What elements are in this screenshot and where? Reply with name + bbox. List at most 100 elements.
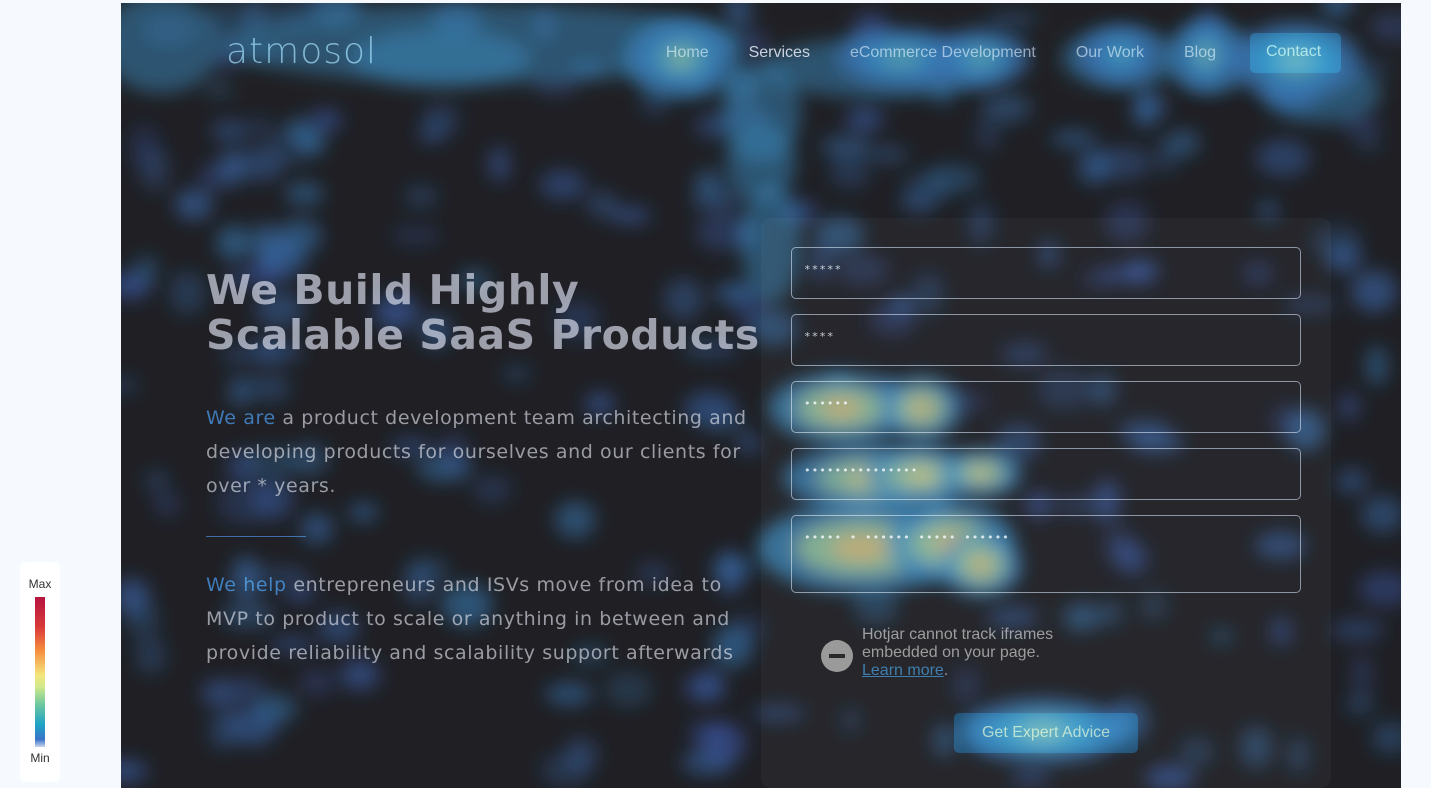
heat-blob: [231, 556, 262, 599]
heat-blob: [741, 183, 801, 303]
heat-blob: [729, 613, 765, 642]
heat-blob: [890, 294, 914, 315]
heat-blob: [704, 338, 739, 360]
heat-blob: [1285, 408, 1326, 451]
heat-blob: [251, 222, 275, 256]
heat-blob: [1286, 736, 1310, 774]
heat-blob: [155, 493, 180, 516]
heatmap-background-scatter: [121, 3, 1401, 788]
heat-blob: [458, 269, 491, 291]
heat-blob: [1036, 368, 1091, 410]
heat-blob: [952, 665, 981, 706]
hotspot-nav-our-work: [1110, 46, 1132, 64]
heat-blob: [1023, 491, 1054, 518]
heat-blob: [1256, 139, 1310, 177]
heat-blob: [1368, 11, 1401, 43]
heat-blob: [750, 705, 806, 722]
hotspot-field-4: [969, 466, 993, 480]
heat-blob: [1105, 528, 1134, 566]
heat-blob: [133, 254, 159, 286]
heat-blob: [1243, 262, 1273, 285]
heat-blob: [687, 722, 732, 741]
heat-blob: [1050, 130, 1097, 147]
heat-blob: [1038, 239, 1060, 270]
heat-blob: [698, 667, 723, 698]
heat-blob: [121, 3, 221, 93]
heat-blob: [1139, 590, 1168, 621]
heat-blob: [986, 605, 1038, 629]
heat-blob: [555, 299, 600, 341]
hotspot-nav-contact: [1278, 50, 1314, 72]
heat-blob: [391, 225, 441, 246]
heat-blob: [256, 341, 278, 359]
heat-blob: [135, 636, 167, 675]
heat-blob: [390, 437, 433, 457]
hotspot-nav-ecommerce: [883, 49, 919, 67]
heat-blob: [1088, 374, 1117, 406]
hotspot-nav-home: [667, 48, 695, 68]
heat-blob: [1154, 136, 1178, 175]
heat-blob: [1351, 654, 1372, 694]
heat-blob: [318, 611, 359, 645]
heat-blob: [258, 566, 310, 584]
heat-blob: [348, 502, 379, 522]
heat-blob: [586, 190, 619, 218]
heat-blob: [441, 583, 493, 627]
heat-blob: [702, 414, 747, 433]
heat-blob: [1361, 495, 1401, 533]
heat-blob: [980, 92, 1032, 123]
heat-blob: [246, 372, 291, 403]
heat-blob: [1093, 480, 1121, 524]
heat-blob: [221, 600, 275, 629]
heat-blob: [502, 365, 531, 382]
heat-blob: [1057, 497, 1098, 514]
heat-blob: [422, 102, 460, 138]
heat-blob: [340, 659, 380, 690]
heat-blob: [694, 169, 723, 198]
hotspot-field-3: [820, 398, 862, 418]
heat-blob: [283, 584, 317, 602]
heat-blob: [205, 80, 232, 98]
heat-blob: [605, 671, 652, 708]
legend-max-label: Max: [28, 577, 52, 591]
hotspot-nav-ecommerce: [967, 49, 995, 67]
heat-blob: [585, 392, 615, 416]
heat-blob: [1356, 134, 1381, 151]
heat-blob: [269, 636, 315, 653]
heat-blob: [278, 218, 323, 255]
heat-blob: [815, 216, 865, 254]
heat-blob: [925, 163, 981, 193]
heat-blob: [168, 270, 206, 315]
heat-blob: [229, 375, 251, 408]
heat-blob: [472, 474, 512, 505]
heat-blob: [236, 676, 265, 702]
heat-blob: [406, 556, 450, 584]
heat-blob: [986, 11, 1039, 29]
heat-blob: [570, 644, 609, 665]
heat-blob: [216, 225, 252, 261]
heat-blob: [1269, 617, 1293, 647]
heat-blob: [1351, 270, 1398, 312]
heat-blob: [545, 682, 593, 706]
heat-blob: [837, 253, 889, 286]
heat-blob: [912, 272, 944, 316]
heat-blob: [254, 290, 305, 328]
heat-blob: [1135, 92, 1169, 121]
heat-blob: [489, 146, 510, 182]
heat-blob: [287, 117, 312, 146]
heat-blob: [736, 431, 761, 455]
heat-blob: [144, 469, 170, 493]
heat-blob: [1239, 725, 1274, 769]
hotspot-field-5: [831, 535, 891, 561]
heat-blob: [1321, 3, 1353, 17]
heat-blob: [1104, 201, 1149, 243]
heat-blob: [309, 109, 342, 132]
hotspot-submit-button: [1020, 722, 1066, 740]
heat-blob: [121, 759, 147, 783]
heat-blob: [374, 293, 419, 331]
heat-blob: [539, 170, 586, 200]
heat-blob: [420, 314, 452, 349]
heat-blob: [1257, 200, 1279, 221]
heat-blob: [199, 161, 225, 193]
heat-blob: [1100, 265, 1155, 284]
